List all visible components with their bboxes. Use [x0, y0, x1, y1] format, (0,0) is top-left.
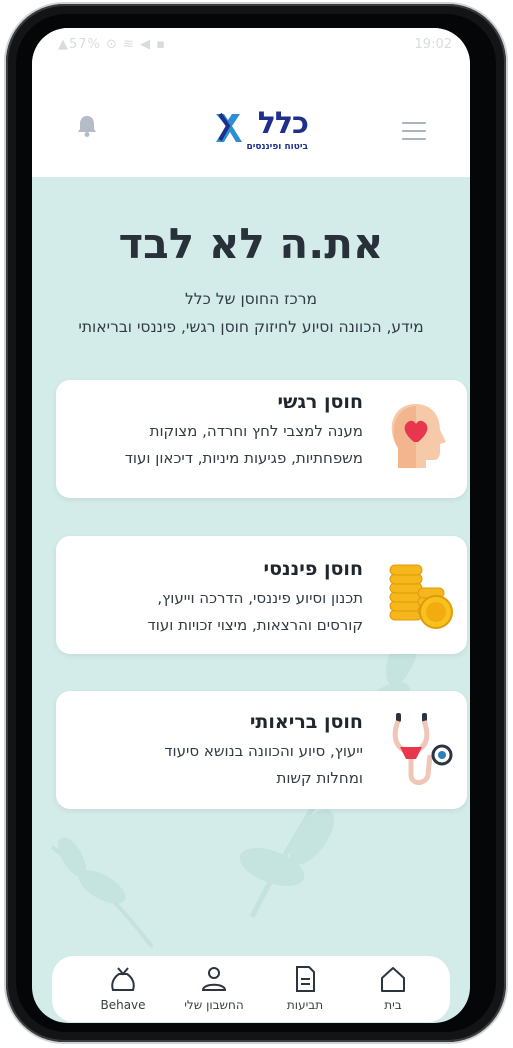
coins-icon	[386, 560, 456, 636]
tab-home[interactable]: בית	[348, 964, 438, 1012]
card-description: ייעוץ, סיוע והכוונה בנושא סיעוד ומחלות ק…	[164, 742, 363, 787]
brand-logo[interactable]: כלל ביטוח ופיננסים	[216, 106, 309, 154]
status-bar: ▲57% ⊙ ≋ ◀ ▪ 19:02	[32, 28, 470, 62]
hero-subtitle: מרכז החוסן של כלל	[185, 290, 317, 308]
leaf-decoration-small-icon	[50, 837, 154, 949]
card-description: מענה למצבי לחץ וחרדה, מצוקות משפחתיות, פ…	[124, 422, 363, 467]
card-health-resilience[interactable]: חוסן בריאותי ייעוץ, סיוע והכוונה בנושא ס…	[56, 691, 467, 809]
status-indicators: ▲57% ⊙ ≋ ◀ ▪	[58, 37, 167, 52]
card-title: חוסן בריאותי	[249, 711, 363, 733]
status-time: 19:02	[414, 37, 452, 52]
home-icon	[381, 967, 405, 992]
logo-mark-icon	[212, 112, 242, 150]
hamburger-icon[interactable]	[402, 122, 426, 146]
card-title: חוסן פיננסי	[263, 558, 363, 580]
tab-label: תביעות	[286, 998, 324, 1012]
app-screen: ▲57% ⊙ ≋ ◀ ▪ 19:02 כלל ביטוח ופיננסים את…	[32, 28, 470, 1023]
stethoscope-icon	[386, 711, 458, 795]
head-heart-icon	[386, 400, 454, 476]
card-description: תכנון וסיוע פיננסי, הדרכה וייעוץ, קורסים…	[147, 589, 363, 634]
main-content: את.ה לא לבד מרכז החוסן של כלל מידע, הכוו…	[32, 177, 470, 957]
document-icon	[296, 966, 315, 992]
tab-my-account[interactable]: החשבון שלי	[169, 964, 259, 1012]
behave-bag-icon	[111, 967, 135, 991]
page-title: את.ה לא לבד	[118, 219, 384, 268]
tab-label: החשבון שלי	[184, 998, 244, 1012]
user-icon	[201, 967, 227, 991]
hero-description: מידע, הכוונה וסיוע לחיזוק חוסן רגשי, פינ…	[78, 318, 424, 336]
tab-label: Behave	[100, 998, 146, 1012]
logo-tagline: ביטוח ופיננסים	[246, 142, 308, 152]
card-emotional-resilience[interactable]: חוסן רגשי מענה למצבי לחץ וחרדה, מצוקות מ…	[56, 380, 467, 498]
card-title: חוסן רגשי	[277, 391, 363, 413]
tab-label: בית	[384, 998, 402, 1012]
bell-icon[interactable]	[76, 114, 98, 142]
app-header: כלל ביטוח ופיננסים	[32, 62, 470, 177]
tab-claims[interactable]: תביעות	[260, 964, 350, 1012]
logo-wordmark: כלל	[257, 106, 309, 141]
card-financial-resilience[interactable]: חוסן פיננסי תכנון וסיוע פיננסי, הדרכה וי…	[56, 536, 467, 654]
bottom-tab-bar: Behave החשבון שלי תביעות בית	[52, 956, 450, 1022]
tab-behave[interactable]: Behave	[78, 964, 168, 1012]
